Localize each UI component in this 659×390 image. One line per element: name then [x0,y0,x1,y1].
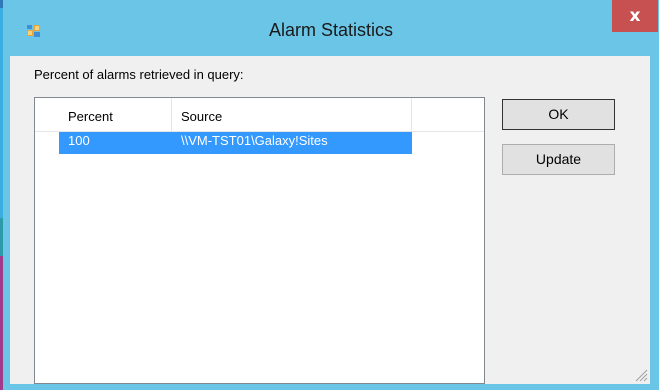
prompt-label: Percent of alarms retrieved in query: [34,67,244,82]
window-edge-accent [0,218,3,256]
row-percent: 100 [68,133,90,148]
ok-button[interactable]: OK [502,99,615,130]
row-source: \\VM-TST01\Galaxy!Sites [181,133,328,148]
window-edge-accent [0,256,3,390]
window-title: Alarm Statistics [268,20,394,40]
list-header: Percent Source [35,98,484,132]
list-item[interactable]: 100 \\VM-TST01\Galaxy!Sites [59,132,412,154]
column-header-source[interactable]: Source [172,98,412,131]
close-icon: x [629,6,641,26]
update-button[interactable]: Update [502,144,615,175]
column-header-percent[interactable]: Percent [59,98,172,131]
alarm-statistics-window: Alarm Statistics x Percent of alarms ret… [0,0,659,390]
title-bar[interactable]: Alarm Statistics [3,0,659,56]
statistics-list[interactable]: Percent Source 100 \\VM-TST01\Galaxy!Sit… [34,97,485,384]
close-button[interactable]: x [612,0,658,32]
dialog-client-area: Percent of alarms retrieved in query: Pe… [10,56,650,384]
resize-grip-icon[interactable] [632,366,648,382]
